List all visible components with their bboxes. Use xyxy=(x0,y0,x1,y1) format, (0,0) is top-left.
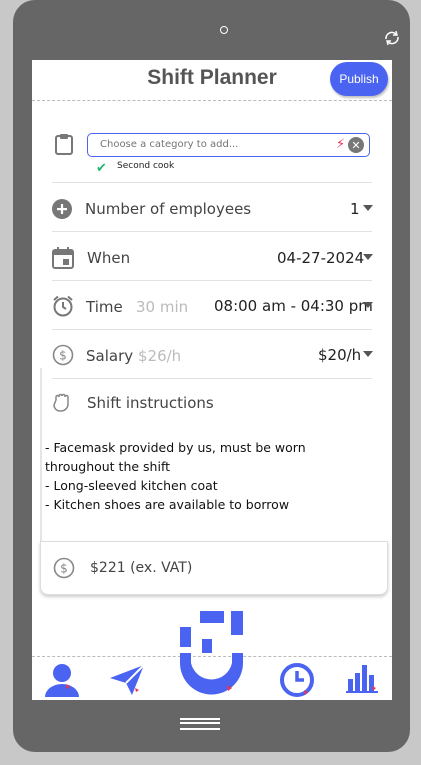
selected-category-tag[interactable]: Second cook xyxy=(117,161,174,171)
divider xyxy=(52,280,372,281)
bolt-icon: ⚡ xyxy=(336,137,346,152)
app-header: Shift Planner Publish xyxy=(32,60,392,101)
hand-icon xyxy=(53,393,69,412)
chart-icon[interactable] xyxy=(344,663,382,695)
rotate-icon[interactable] xyxy=(383,30,401,46)
section-border xyxy=(40,368,42,543)
add-circle-icon xyxy=(52,199,72,219)
divider xyxy=(52,378,372,379)
divider xyxy=(52,231,372,232)
svg-text:$: $ xyxy=(60,562,68,576)
salary-hint: $26/h xyxy=(138,347,182,365)
chevron-down-icon[interactable] xyxy=(363,302,373,308)
total-value: $221 (ex. VAT) xyxy=(90,560,193,576)
app-screen: Shift Planner Publish ⚡ ✕ ✔ Second cook … xyxy=(32,60,392,700)
send-icon[interactable] xyxy=(108,663,146,697)
svg-text:$: $ xyxy=(59,349,67,363)
category-search-input[interactable]: ⚡ ✕ xyxy=(87,133,370,157)
bottom-nav xyxy=(32,611,392,700)
total-card: $ $221 (ex. VAT) xyxy=(40,541,388,595)
clipboard-icon xyxy=(55,134,73,155)
camera xyxy=(220,26,228,34)
instructions-text[interactable]: - Facemask provided by us, must be worn … xyxy=(45,438,365,514)
divider xyxy=(52,182,372,183)
brand-logo-icon[interactable] xyxy=(180,611,246,695)
chevron-down-icon[interactable] xyxy=(363,205,373,211)
salary-label: Salary xyxy=(86,347,134,365)
employees-label: Number of employees xyxy=(85,200,252,218)
salary-select[interactable]: $20/h xyxy=(318,346,361,364)
alarm-clock-icon xyxy=(53,295,73,317)
time-duration: 30 min xyxy=(136,298,189,316)
clear-icon[interactable]: ✕ xyxy=(348,137,364,153)
when-label: When xyxy=(87,249,131,267)
instructions-label: Shift instructions xyxy=(87,394,214,412)
date-select[interactable]: 04-27-2024 xyxy=(277,249,364,267)
home-button[interactable] xyxy=(180,718,220,730)
check-icon: ✔ xyxy=(96,161,107,176)
publish-button[interactable]: Publish xyxy=(330,62,388,96)
calendar-icon xyxy=(52,247,74,269)
chevron-down-icon[interactable] xyxy=(363,351,373,357)
chevron-down-icon[interactable] xyxy=(363,254,373,260)
time-label: Time xyxy=(86,298,123,316)
divider xyxy=(52,329,372,330)
profile-icon[interactable] xyxy=(42,661,82,697)
clock-icon[interactable] xyxy=(278,662,316,698)
dollar-circle-icon: $ xyxy=(53,557,75,579)
category-input-field[interactable] xyxy=(98,138,332,151)
time-range-select[interactable]: 08:00 am - 04:30 pm xyxy=(214,297,373,315)
employees-select[interactable]: 1 xyxy=(350,200,360,218)
dollar-circle-icon: $ xyxy=(52,344,74,366)
